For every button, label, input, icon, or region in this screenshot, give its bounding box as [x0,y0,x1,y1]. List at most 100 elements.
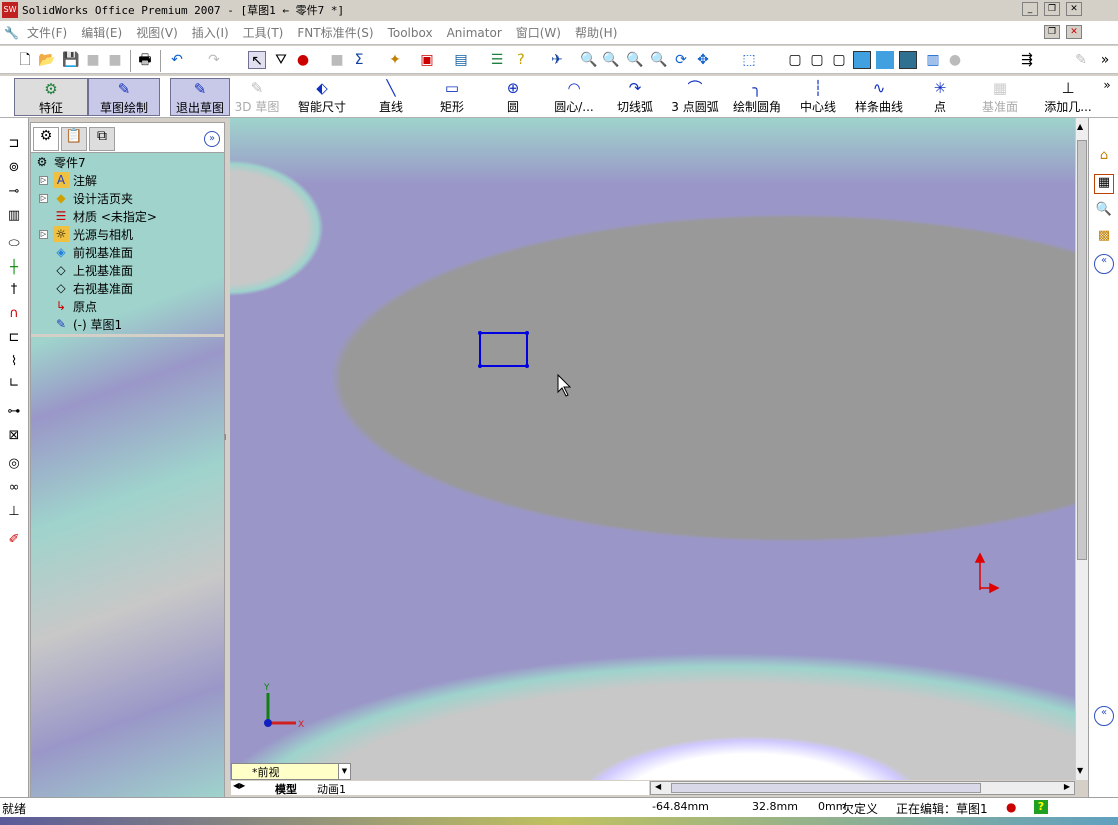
coil-icon[interactable]: ◎ [5,456,23,474]
save-icon[interactable]: 💾 [62,51,80,69]
tree-item-right-plane[interactable]: ◇ 右视基准面 [53,279,133,297]
file-explorer-icon[interactable]: 🔍 [1094,202,1114,222]
rivet-icon[interactable]: † [5,282,23,300]
sketch-tab[interactable]: ✎ 草图绘制 [88,78,160,116]
center-arc-button[interactable]: ◠ 圆心/... [548,78,600,116]
rebuild-icon[interactable]: ● [294,51,312,69]
pan-icon[interactable]: ✥ [694,51,712,69]
line-button[interactable]: ╲ 直线 [371,78,411,116]
key-icon[interactable]: ⊏ [5,330,23,348]
open-icon[interactable]: 📂 [38,51,56,69]
horizontal-scrollbar[interactable]: ◀ ▶ [650,781,1075,795]
expand-icon[interactable]: ▷ [39,229,48,239]
expand-panel-icon[interactable]: » [204,131,220,147]
view-orient-icon[interactable]: ✈ [548,51,566,69]
collapse-taskpane-bottom-icon[interactable]: « [1094,706,1114,726]
nut-icon[interactable]: ⊚ [5,160,23,178]
tree-item-material[interactable]: ☰ 材质 <未指定> [53,207,157,225]
chevron-down-icon[interactable]: ▼ [338,764,350,779]
smart-dimension-button[interactable]: ⬖ 智能尺寸 [292,78,352,116]
tool-icon[interactable]: ✐ [5,532,23,550]
spline-button[interactable]: ∿ 样条曲线 [850,78,908,116]
doc-close-button[interactable]: ✕ [1066,25,1082,39]
vertical-scrollbar[interactable]: ▲ ▼ [1075,118,1088,780]
menu-animator[interactable]: Animator [447,26,502,40]
washer-icon[interactable]: ⊶ [5,404,23,422]
view-orientation-dropdown[interactable]: *前视 ▼ [231,763,351,780]
circle-button[interactable]: ⊕ 圆 [498,78,528,116]
tree-item-origin[interactable]: ↳ 原点 [53,297,97,315]
exit-sketch-button[interactable]: ✎ 退出草图 [170,78,230,116]
tab-scroll-left-icon[interactable]: ◀▶ [233,781,245,790]
tree-item-lights-cameras[interactable]: ▷ ☼ 光源与相机 [39,225,133,243]
shaded-icon[interactable] [876,51,894,69]
menu-view[interactable]: 视图(V) [136,24,178,41]
standard-views-icon[interactable]: ⬚ [740,51,758,69]
menu-help[interactable]: 帮助(H) [575,24,617,41]
menu-fnt[interactable]: FNT标准件(S) [297,24,373,41]
zoom-selection-icon[interactable]: 🔍 [650,51,668,69]
shaded-edges-icon[interactable] [853,51,871,69]
select-icon[interactable]: ↖ [248,51,266,69]
sketch-rectangle[interactable] [478,331,529,368]
angle-icon[interactable]: ∟ [5,376,23,394]
doc-restore-button[interactable]: ❐ [1044,25,1060,39]
hidden-lines-icon[interactable]: ▢ [808,51,826,69]
horizontal-scroll-thumb[interactable] [671,783,981,793]
collapse-taskpane-icon[interactable]: « [1094,254,1114,274]
minimize-button[interactable]: _ [1022,2,1038,16]
configurationmanager-tab[interactable]: ⧉ [89,127,115,151]
restore-button[interactable]: ❐ [1044,2,1060,16]
chain-icon[interactable]: ∞ [5,480,23,498]
hlr-icon[interactable]: ▢ [830,51,848,69]
spring-icon[interactable]: ⌇ [5,354,23,372]
equations-icon[interactable]: Σ [350,51,368,69]
photoworks-icon[interactable]: ✦ [386,51,404,69]
help-status-icon[interactable]: ? [1034,800,1048,814]
point-button[interactable]: ✳ 点 [928,78,952,116]
bolt-icon[interactable]: ⊐ [5,136,23,154]
menu-tools[interactable]: 工具(T) [243,24,284,41]
tab-model[interactable]: 模型 [275,781,297,797]
propertymanager-tab[interactable]: 📋 [61,127,87,151]
properties-icon[interactable]: ☰ [488,51,506,69]
vertical-scroll-thumb[interactable] [1077,140,1087,560]
slot-icon[interactable]: ⬭ [5,236,23,254]
wireframe-icon[interactable]: ▢ [786,51,804,69]
tree-item-top-plane[interactable]: ◇ 上视基准面 [53,261,133,279]
rectangle-button[interactable]: ▭ 矩形 [432,78,472,116]
filter-icon[interactable]: ⛛ [272,51,290,69]
featuremanager-tab[interactable]: ⚙ [33,127,59,151]
scroll-left-icon[interactable]: ◀ [655,782,661,791]
new-icon[interactable]: 🗋 [16,51,34,69]
menu-toolbox[interactable]: Toolbox [388,26,433,40]
print-icon[interactable]: 🖶 [136,51,154,69]
tangent-arc-button[interactable]: ↷ 切线弧 [610,78,660,116]
stand-icon[interactable]: ⊥ [5,504,23,522]
home-icon[interactable]: ⌂ [1094,148,1114,168]
scroll-up-icon[interactable]: ▲ [1077,122,1083,131]
centerline-button[interactable]: ┆ 中心线 [796,78,840,116]
splitter-handle[interactable]: ⁝ [224,434,230,459]
scroll-right-icon[interactable]: ▶ [1064,782,1070,791]
sw-options-icon[interactable]: ▣ [418,51,436,69]
menu-window[interactable]: 窗口(W) [516,24,561,41]
view-palette-icon[interactable]: ▩ [1094,228,1114,248]
features-tab[interactable]: ⚙ 特征 [14,78,88,116]
rotate-icon[interactable]: ⟳ [672,51,690,69]
shadows-icon[interactable] [899,51,917,69]
tree-item-annotations[interactable]: ▷ A 注解 [39,171,97,189]
tree-item-sketch1[interactable]: ✎ (-) 草图1 [53,315,122,333]
zoom-in-out-icon[interactable]: 🔍 [626,51,644,69]
menu-insert[interactable]: 插入(I) [192,24,229,41]
rebuild-status-icon[interactable]: ● [1006,800,1016,814]
thread-icon[interactable]: ▥ [5,208,23,226]
toolbox-icon[interactable]: ⇶ [1018,51,1036,69]
design-library-icon[interactable]: ▦ [1094,174,1114,194]
scroll-down-icon[interactable]: ▼ [1077,766,1083,775]
three-point-arc-button[interactable]: ⌒ 3 点圆弧 [667,78,723,116]
help-icon[interactable]: ? [512,51,530,69]
menu-file[interactable]: 文件(F) [27,24,67,41]
tree-item-front-plane[interactable]: ◈ 前视基准面 [53,243,133,261]
graphics-area[interactable]: Y X [230,118,1075,780]
